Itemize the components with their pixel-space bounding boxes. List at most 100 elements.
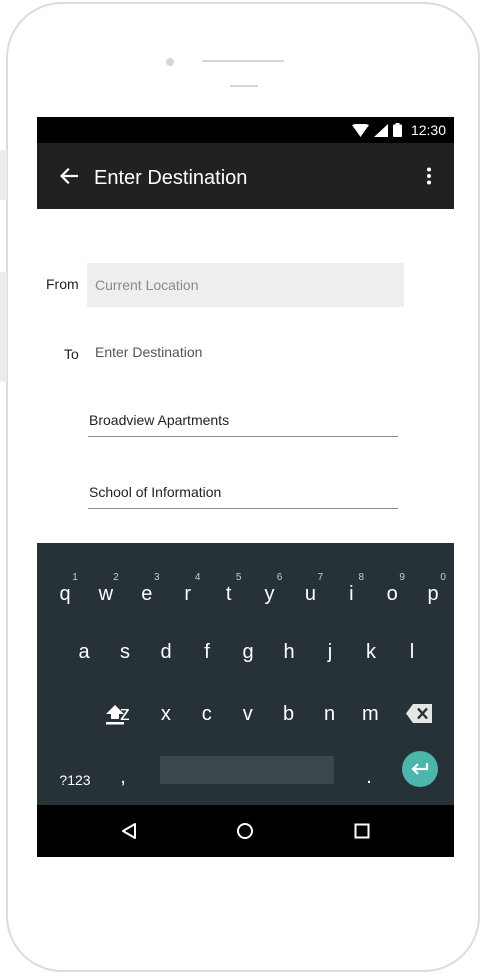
- key-y[interactable]: 6y: [250, 571, 290, 617]
- key-label: h: [283, 641, 295, 663]
- key-label: d: [160, 641, 172, 663]
- key-label: s: [120, 641, 130, 663]
- key-v[interactable]: v: [228, 691, 268, 737]
- key-r[interactable]: 4r: [168, 571, 208, 617]
- enter-icon: [411, 763, 429, 775]
- enter-button[interactable]: [402, 751, 438, 787]
- home-circle-icon: [237, 823, 253, 839]
- key-number-hint: 4: [194, 572, 201, 583]
- key-j[interactable]: j: [310, 629, 350, 675]
- suggestion-label: Broadview Apartments: [89, 412, 230, 428]
- from-label: From: [46, 276, 79, 292]
- suggestion-item[interactable]: School of Information: [88, 478, 398, 509]
- wifi-icon: [351, 123, 369, 137]
- earpiece-speaker: [202, 60, 284, 62]
- key-label: n: [323, 703, 336, 725]
- key-label: ,: [120, 766, 126, 788]
- key-b[interactable]: b: [269, 691, 309, 737]
- key-e[interactable]: 3e: [127, 571, 167, 617]
- front-camera: [166, 58, 174, 66]
- key-m[interactable]: m: [350, 691, 390, 737]
- key-label: p: [427, 583, 439, 605]
- key-number-hint: 1: [72, 572, 78, 583]
- key-i[interactable]: 8i: [331, 571, 371, 617]
- status-bar: 12:30: [37, 117, 454, 143]
- key-label: q: [59, 583, 71, 605]
- key-number-hint: 7: [317, 572, 324, 583]
- from-input[interactable]: [87, 263, 404, 307]
- key-n[interactable]: n: [310, 691, 350, 737]
- system-nav-bar: [37, 805, 454, 857]
- suggestion-item[interactable]: Broadview Apartments: [88, 406, 398, 437]
- status-icons: 12:30: [351, 117, 446, 143]
- page-title: Enter Destination: [94, 167, 248, 189]
- back-button[interactable]: [57, 164, 81, 188]
- nav-back-button[interactable]: [115, 817, 143, 845]
- backspace-key[interactable]: [397, 692, 441, 738]
- key-h[interactable]: h: [269, 629, 309, 675]
- key-label: w: [98, 583, 114, 605]
- key-label: k: [366, 641, 376, 663]
- suggestion-label: School of Information: [89, 484, 222, 500]
- phone-side-button-top: [0, 150, 7, 200]
- proximity-sensor: [230, 85, 258, 87]
- more-vert-icon: [427, 167, 431, 185]
- key-f[interactable]: f: [187, 629, 227, 675]
- key-label: c: [201, 703, 212, 725]
- key-label: a: [78, 641, 90, 663]
- key-t[interactable]: 5t: [209, 571, 249, 617]
- key-number-hint: 8: [358, 572, 365, 583]
- arrow-back-icon: [60, 168, 78, 184]
- key-label: r: [184, 583, 192, 605]
- key-label: j: [327, 641, 333, 663]
- key-number-hint: 6: [276, 572, 283, 583]
- destination-input[interactable]: [87, 338, 404, 366]
- key-label: u: [304, 583, 316, 605]
- battery-icon: [392, 123, 402, 137]
- key-label: b: [283, 703, 295, 725]
- key-label: m: [362, 703, 379, 725]
- key-p[interactable]: 0p: [413, 571, 453, 617]
- key-s[interactable]: s: [105, 629, 145, 675]
- key-label: y: [264, 583, 275, 605]
- key-x[interactable]: x: [146, 691, 186, 737]
- symbols-key[interactable]: ?123: [51, 765, 99, 795]
- nav-recents-button[interactable]: [348, 817, 376, 845]
- key-label: x: [160, 703, 171, 725]
- period-key[interactable]: .: [349, 754, 389, 800]
- key-k[interactable]: k: [351, 629, 391, 675]
- key-number-hint: 2: [113, 572, 119, 583]
- app-bar: Enter Destination: [37, 143, 454, 209]
- key-label: .: [366, 766, 372, 788]
- back-triangle-icon: [122, 823, 136, 839]
- key-number-hint: 0: [440, 572, 446, 583]
- key-number-hint: 9: [399, 572, 405, 583]
- key-label: l: [409, 641, 415, 663]
- key-a[interactable]: a: [64, 629, 104, 675]
- key-label: g: [242, 641, 254, 663]
- key-l[interactable]: l: [392, 629, 432, 675]
- key-label: o: [386, 583, 398, 605]
- key-q[interactable]: 1q: [45, 571, 85, 617]
- nav-home-button[interactable]: [231, 817, 259, 845]
- key-u[interactable]: 7u: [290, 571, 330, 617]
- comma-key[interactable]: ,: [103, 754, 143, 800]
- status-time: 12:30: [410, 122, 446, 138]
- key-c[interactable]: c: [187, 691, 227, 737]
- space-bar[interactable]: [160, 756, 334, 784]
- key-o[interactable]: 9o: [372, 571, 412, 617]
- to-label: To: [64, 346, 79, 362]
- key-label: i: [349, 583, 354, 605]
- key-w[interactable]: 2w: [86, 571, 126, 617]
- key-z[interactable]: z: [105, 691, 145, 737]
- backspace-icon: [406, 704, 432, 723]
- signal-icon: [373, 123, 388, 137]
- key-label: v: [242, 703, 253, 725]
- key-label: z: [120, 703, 130, 725]
- key-label: e: [141, 583, 153, 605]
- key-number-hint: 5: [235, 572, 242, 583]
- key-g[interactable]: g: [228, 629, 268, 675]
- key-d[interactable]: d: [146, 629, 186, 675]
- overflow-menu-button[interactable]: [418, 164, 440, 188]
- phone-screen: 12:30 Enter Destination From To Broadvie…: [37, 117, 454, 857]
